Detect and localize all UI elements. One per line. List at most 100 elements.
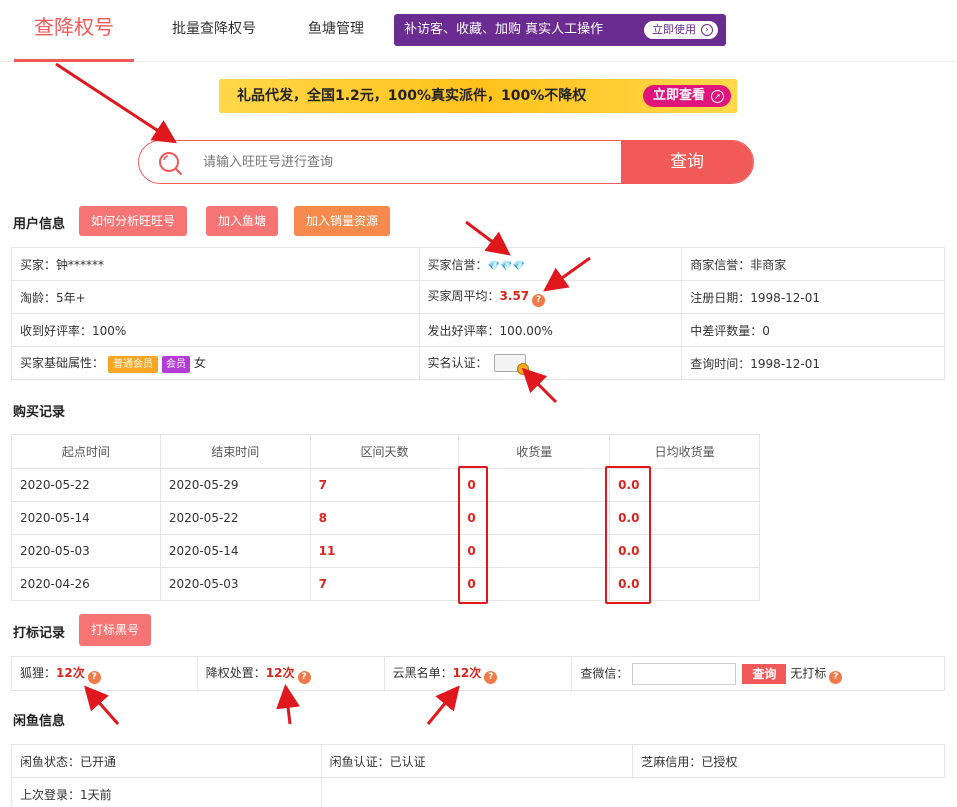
user-info-table: 买家：钟****** 买家信誉：💎💎💎 商家信誉：非商家 淘龄：5年+ 买家周平… bbox=[11, 247, 945, 380]
buyer-value: 钟****** bbox=[56, 257, 105, 272]
xianyu-cert-value: 已认证 bbox=[389, 754, 426, 769]
xianyu-status-value: 已开通 bbox=[80, 754, 117, 769]
purchase-title: 购买记录 bbox=[13, 405, 66, 420]
no-mark-label: 无打标 bbox=[790, 666, 827, 680]
query-time-label: 查询时间： bbox=[690, 356, 751, 371]
mid-bad-value: 0 bbox=[762, 323, 770, 338]
weekly-avg-value: 3.57 bbox=[499, 289, 530, 303]
tab-query-downgrade[interactable]: 查降权号 bbox=[14, 0, 134, 62]
last-login-label: 上次登录： bbox=[20, 787, 81, 802]
col-start: 起点时间 bbox=[11, 434, 161, 469]
mark-table: 狐狸：12次? 降权处置：12次? 云黑名单：12次? 查微信： 查询 无打标? bbox=[11, 656, 945, 691]
col-days: 区间天数 bbox=[309, 434, 460, 469]
cell-end: 2020-05-14 bbox=[159, 534, 311, 568]
cell-end: 2020-05-22 bbox=[159, 501, 311, 535]
promo-use-label: 立即使用 bbox=[652, 23, 696, 36]
wechat-cell: 查微信： 查询 无打标? bbox=[571, 656, 945, 691]
analyze-wangwang-button[interactable]: 如何分析旺旺号 bbox=[79, 206, 188, 236]
empty-cell bbox=[320, 777, 633, 807]
query-time-cell: 查询时间：1998-12-01 bbox=[681, 346, 945, 380]
last-login-cell: 上次登录：1天前 bbox=[11, 777, 322, 807]
downgrade-value: 12次 bbox=[265, 665, 295, 680]
help-icon[interactable]: ? bbox=[532, 294, 546, 307]
promo-visitor-banner[interactable]: 补访客、收藏、加购 真实人工操作 立即使用 › bbox=[394, 14, 726, 46]
search-icon bbox=[159, 152, 183, 176]
query-time-value: 1998-12-01 bbox=[750, 356, 821, 371]
search-input[interactable] bbox=[203, 141, 621, 183]
cell-end: 2020-05-03 bbox=[159, 567, 311, 601]
tao-age-value: 5年+ bbox=[56, 290, 86, 305]
fox-label: 狐狸： bbox=[20, 665, 57, 680]
base-attr-label: 买家基础属性： bbox=[20, 355, 105, 370]
buyer-cell: 买家：钟****** bbox=[11, 247, 420, 281]
cell-days: 7 bbox=[309, 468, 460, 502]
cursor-icon: ➚ bbox=[711, 90, 724, 103]
fox-cell: 狐狸：12次? bbox=[11, 656, 198, 691]
xianyu-table: 闲鱼状态：已开通 闲鱼认证：已认证 芝麻信用：已授权 上次登录：1天前 bbox=[11, 744, 945, 807]
col-daily-avg: 日均收货量 bbox=[609, 434, 760, 469]
merchant-credit-cell: 商家信誉：非商家 bbox=[681, 247, 945, 281]
wechat-input[interactable] bbox=[632, 662, 737, 685]
col-received: 收货量 bbox=[458, 434, 611, 469]
good-rate-recv-cell: 收到好评率：100% bbox=[11, 313, 420, 347]
id-card-icon bbox=[493, 354, 529, 375]
promo-use-button[interactable]: 立即使用 › bbox=[644, 21, 718, 39]
diamond-icons: 💎💎💎 bbox=[487, 260, 525, 272]
search-bar: 查询 bbox=[138, 140, 754, 184]
good-rate-recv-value: 100% bbox=[92, 323, 127, 338]
cell-start: 2020-05-03 bbox=[11, 534, 161, 568]
cloud-value: 12次 bbox=[452, 665, 482, 680]
good-rate-sent-cell: 发出好评率：100.00% bbox=[418, 313, 683, 347]
xianyu-cert-cell: 闲鱼认证：已认证 bbox=[320, 744, 634, 778]
gender-value: 女 bbox=[193, 355, 206, 370]
xianyu-title: 闲鱼信息 bbox=[13, 714, 66, 729]
join-pond-button[interactable]: 加入鱼塘 bbox=[206, 206, 279, 236]
base-attr-cell: 买家基础属性： 普通会员 会员 女 bbox=[11, 346, 420, 380]
cloud-cell: 云黑名单：12次? bbox=[383, 656, 573, 691]
arrow-to-downgrade bbox=[276, 684, 301, 725]
reg-date-value: 1998-12-01 bbox=[750, 290, 821, 305]
cell-end: 2020-05-29 bbox=[159, 468, 311, 502]
cell-start: 2020-05-22 bbox=[11, 468, 161, 502]
weekly-avg-label: 买家周平均： bbox=[427, 289, 500, 303]
col-end: 结束时间 bbox=[159, 434, 311, 469]
tab-pond-manage[interactable]: 鱼塘管理 bbox=[308, 0, 364, 58]
empty-cell bbox=[633, 778, 945, 807]
wechat-query-button[interactable]: 查询 bbox=[742, 663, 787, 684]
tao-age-cell: 淘龄：5年+ bbox=[11, 280, 420, 314]
help-icon[interactable]: ? bbox=[829, 671, 843, 684]
sesame-label: 芝麻信用： bbox=[641, 754, 702, 769]
tab-batch-query[interactable]: 批量查降权号 bbox=[172, 0, 256, 58]
mid-bad-cell: 中差评数量：0 bbox=[681, 313, 945, 347]
reg-date-cell: 注册日期：1998-12-01 bbox=[681, 280, 945, 314]
mark-black-button[interactable]: 打标黑号 bbox=[79, 614, 152, 646]
xianyu-status-label: 闲鱼状态： bbox=[20, 754, 81, 769]
weekly-avg-cell: 买家周平均：3.57? bbox=[418, 280, 683, 314]
join-sales-resource-button[interactable]: 加入销量资源 bbox=[294, 206, 391, 236]
downgrade-label: 降权处置： bbox=[205, 665, 266, 680]
gift-banner[interactable]: 礼品代发，全国1.2元，100%真实派件，100%不降权 立即查看 ➚ bbox=[219, 79, 737, 113]
chevron-right-icon: › bbox=[701, 24, 713, 36]
search-button[interactable]: 查询 bbox=[621, 141, 753, 183]
top-nav: 查降权号 批量查降权号 鱼塘管理 补访客、收藏、加购 真实人工操作 立即使用 › bbox=[0, 0, 957, 62]
wechat-label: 查微信： bbox=[580, 666, 629, 680]
help-icon[interactable]: ? bbox=[484, 670, 498, 684]
vip2-badge: 会员 bbox=[162, 355, 191, 373]
buyer-label: 买家： bbox=[20, 257, 57, 272]
realname-cell: 实名认证： bbox=[418, 346, 683, 380]
good-rate-sent-value: 100.00% bbox=[499, 323, 553, 338]
help-icon[interactable]: ? bbox=[87, 670, 101, 684]
gift-view-button[interactable]: 立即查看 ➚ bbox=[642, 85, 731, 107]
cell-days: 11 bbox=[309, 534, 460, 568]
gift-banner-text: 礼品代发，全国1.2元，100%真实派件，100%不降权 bbox=[237, 88, 587, 104]
help-icon[interactable]: ? bbox=[297, 670, 311, 684]
reg-date-label: 注册日期： bbox=[690, 290, 751, 305]
buyer-credit-label: 买家信誉： bbox=[427, 257, 488, 272]
last-login-value: 1天前 bbox=[80, 787, 112, 802]
highlight-box-received bbox=[458, 466, 488, 604]
mid-bad-label: 中差评数量： bbox=[690, 323, 763, 338]
promo-text: 补访客、收藏、加购 真实人工操作 bbox=[404, 22, 604, 37]
realname-label: 实名认证： bbox=[427, 356, 488, 370]
arrow-to-fox bbox=[84, 685, 120, 725]
cloud-label: 云黑名单： bbox=[392, 665, 453, 680]
